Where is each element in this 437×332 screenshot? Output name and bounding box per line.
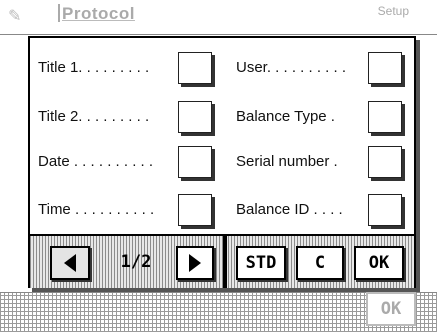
list-item: Title 1. . . . . . . . .: [30, 52, 220, 84]
title1-checkbox[interactable]: [178, 52, 212, 84]
date-checkbox[interactable]: [178, 146, 212, 178]
balance-type-checkbox[interactable]: [368, 101, 402, 133]
item-label-date: Date . . . . . . . . . .: [38, 153, 154, 170]
item-label-serial-number: Serial number .: [236, 153, 338, 170]
list-item: Serial number .: [228, 146, 412, 178]
item-label-balance-id: Balance ID . . . .: [236, 201, 343, 218]
toolbar-divider: [223, 236, 227, 288]
title-bar-mark: [58, 4, 60, 22]
serial-number-checkbox[interactable]: [368, 146, 402, 178]
balance-id-checkbox[interactable]: [368, 194, 402, 226]
list-item: Date . . . . . . . . . .: [30, 146, 220, 178]
list-item: Time . . . . . . . . . .: [30, 194, 220, 226]
protocol-options-dialog: Title 1. . . . . . . . . Title 2. . . . …: [28, 36, 416, 288]
prev-page-button[interactable]: [50, 246, 90, 280]
list-item: Balance ID . . . .: [228, 194, 412, 226]
time-checkbox[interactable]: [178, 194, 212, 226]
list-item: User. . . . . . . . . .: [228, 52, 412, 84]
user-checkbox[interactable]: [368, 52, 402, 84]
background-header: ✎ Protocol Setup: [0, 0, 437, 35]
page-indicator: 1/2: [120, 252, 152, 272]
item-label-title2: Title 2. . . . . . . . .: [38, 108, 150, 125]
background-ok-button[interactable]: OK: [366, 292, 416, 326]
background-setup-label: Setup: [377, 4, 409, 18]
next-page-button[interactable]: [176, 246, 214, 280]
item-label-time: Time . . . . . . . . . .: [38, 201, 155, 218]
background-title: Protocol: [62, 4, 135, 23]
protocol-icon: ✎: [8, 8, 22, 25]
item-label-user: User. . . . . . . . . .: [236, 59, 347, 76]
title2-checkbox[interactable]: [178, 101, 212, 133]
ok-button[interactable]: OK: [354, 246, 404, 280]
dialog-toolbar: 1/2 STD C OK: [30, 234, 414, 288]
item-label-balance-type: Balance Type .: [236, 108, 335, 125]
arrow-left-icon: [64, 254, 76, 272]
std-button[interactable]: STD: [236, 246, 286, 280]
list-item: Title 2. . . . . . . . .: [30, 101, 220, 133]
item-label-title1: Title 1. . . . . . . . .: [38, 59, 150, 76]
clear-button[interactable]: C: [296, 246, 344, 280]
arrow-right-icon: [189, 254, 201, 272]
list-item: Balance Type .: [228, 101, 412, 133]
